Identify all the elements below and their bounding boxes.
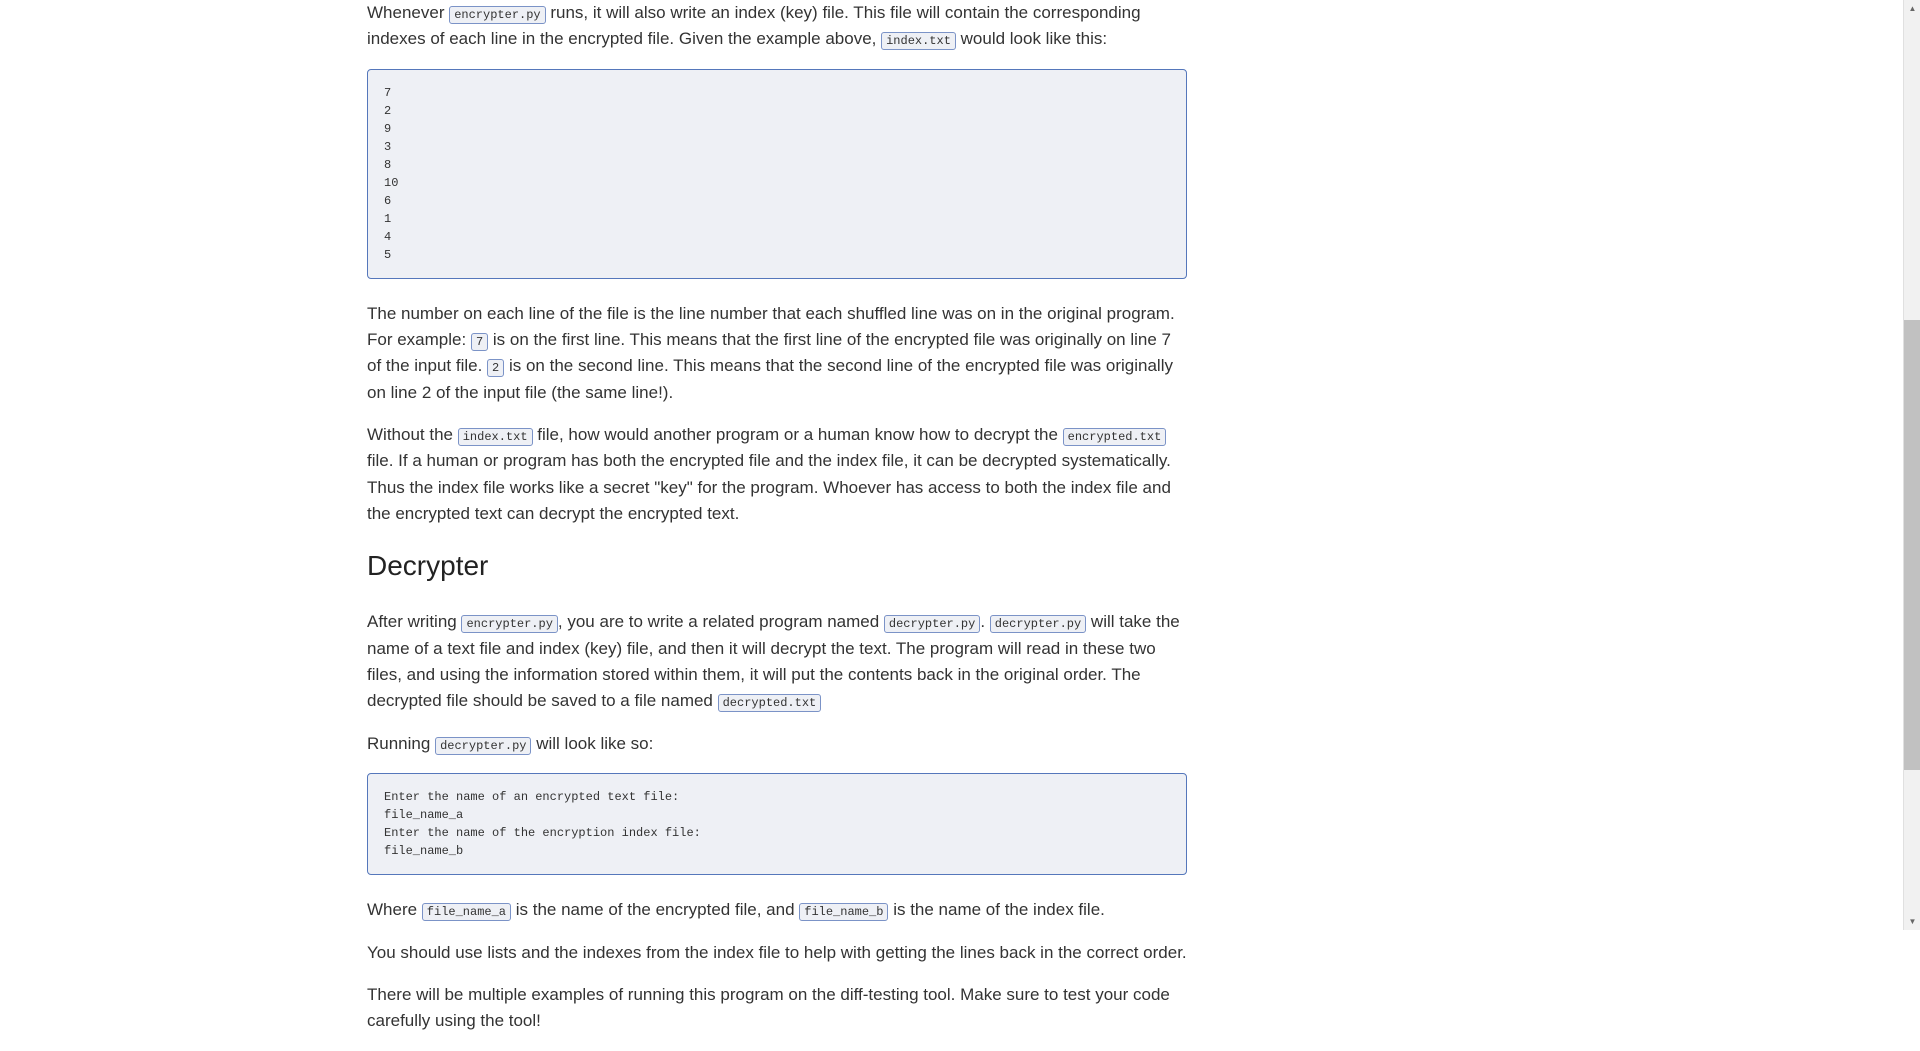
paragraph-decrypter-intro: After writing encrypter.py, you are to w… xyxy=(367,609,1187,714)
text: file. If a human or program has both the… xyxy=(367,451,1171,523)
text: Without the xyxy=(367,425,458,444)
code-seven: 7 xyxy=(471,333,488,351)
text: , you are to write a related program nam… xyxy=(558,612,884,631)
scroll-up-arrow-icon[interactable]: ▲ xyxy=(1904,0,1920,17)
paragraph-without-index: Without the index.txt file, how would an… xyxy=(367,422,1187,527)
paragraph-examples: There will be multiple examples of runni… xyxy=(367,982,1187,1035)
code-encrypted-txt: encrypted.txt xyxy=(1063,428,1167,446)
document-content: Whenever encrypter.py runs, it will also… xyxy=(367,0,1187,1035)
text: is the name of the encrypted file, and xyxy=(511,900,799,919)
text: . xyxy=(980,612,989,631)
text: would look like this: xyxy=(956,29,1107,48)
scrollbar-thumb[interactable] xyxy=(1904,320,1920,770)
paragraph-use-lists: You should use lists and the indexes fro… xyxy=(367,940,1187,966)
code-encrypter-py: encrypter.py xyxy=(461,615,557,633)
text: Whenever xyxy=(367,3,449,22)
paragraph-explanation: The number on each line of the file is t… xyxy=(367,301,1187,406)
code-two: 2 xyxy=(487,359,504,377)
scrollbar-vertical[interactable]: ▲ ▼ xyxy=(1903,0,1920,930)
paragraph-intro: Whenever encrypter.py runs, it will also… xyxy=(367,0,1187,53)
text: will look like so: xyxy=(531,734,653,753)
code-decrypted-txt: decrypted.txt xyxy=(718,694,822,712)
code-block-index-contents: 7 2 9 3 8 10 6 1 4 5 xyxy=(367,69,1187,279)
code-encrypter-py: encrypter.py xyxy=(449,6,545,24)
text: Where xyxy=(367,900,422,919)
code-decrypter-py: decrypter.py xyxy=(435,737,531,755)
code-index-txt: index.txt xyxy=(458,428,533,446)
text: There will be multiple examples of runni… xyxy=(367,985,1170,1030)
text: After writing xyxy=(367,612,461,631)
paragraph-running: Running decrypter.py will look like so: xyxy=(367,731,1187,757)
code-index-txt: index.txt xyxy=(881,32,956,50)
heading-decrypter: Decrypter xyxy=(367,545,1187,587)
text: file, how would another program or a hum… xyxy=(533,425,1063,444)
text: is the name of the index file. xyxy=(888,900,1104,919)
paragraph-where: Where file_name_a is the name of the enc… xyxy=(367,897,1187,923)
text: You should use lists and the indexes fro… xyxy=(367,943,1187,962)
code-block-decrypter-prompt: Enter the name of an encrypted text file… xyxy=(367,773,1187,875)
code-file-name-a: file_name_a xyxy=(422,903,511,921)
scroll-down-arrow-icon[interactable]: ▼ xyxy=(1904,913,1920,930)
code-decrypter-py: decrypter.py xyxy=(990,615,1086,633)
code-file-name-b: file_name_b xyxy=(799,903,888,921)
text: Running xyxy=(367,734,435,753)
code-decrypter-py: decrypter.py xyxy=(884,615,980,633)
